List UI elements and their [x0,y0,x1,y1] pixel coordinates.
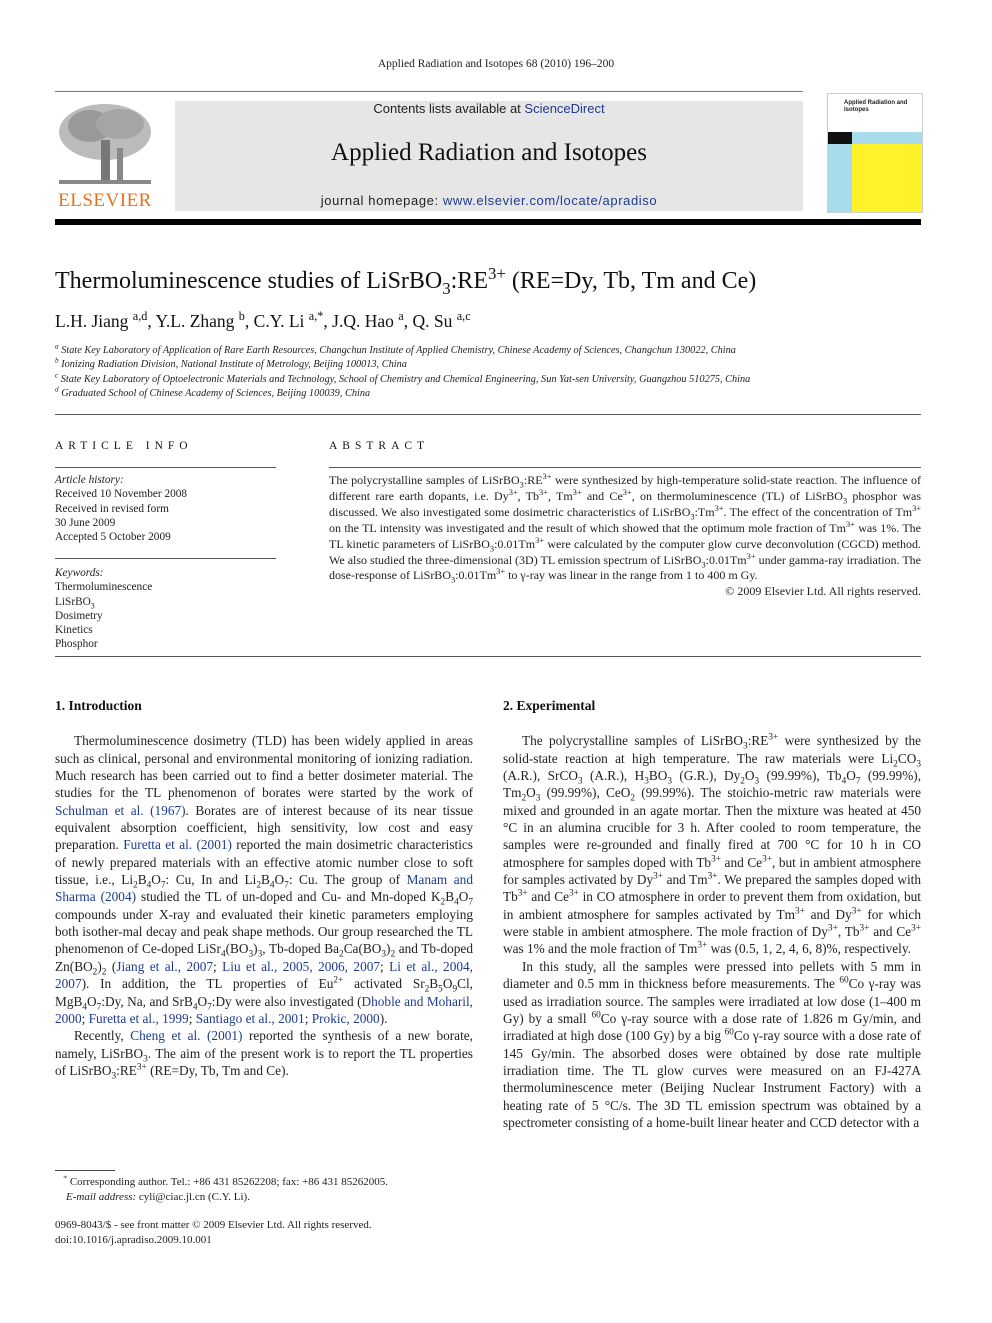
citation-link[interactable]: Jiang et al., 2007 [116,959,213,974]
intro-paragraph: Recently, Cheng et al. (2001) reported t… [55,1028,473,1082]
homepage-link[interactable]: www.elsevier.com/locate/apradiso [443,193,657,208]
keyword[interactable]: Thermoluminescence [55,580,276,594]
masthead-thick-rule [55,219,921,225]
author[interactable]: Y.L. Zhang b [156,310,245,331]
author[interactable]: J.Q. Hao a [332,310,404,331]
keyword[interactable]: Dosimetry [55,609,276,623]
abstract-text: The polycrystalline samples of LiSrBO3:R… [329,472,922,600]
citation-link[interactable]: Santiago et al., 2001 [196,1011,305,1026]
abstract-copyright: © 2009 Elsevier Ltd. All rights reserved… [725,584,921,599]
citation-link[interactable]: Liu et al., 2005, 2006, 2007 [222,959,380,974]
citation-link[interactable]: Prokic, 2000 [312,1011,380,1026]
affiliation: b Ionizing Radiation Division, National … [55,356,407,371]
cover-yellow-block [852,144,922,212]
experimental-section: 2. Experimental The polycrystalline samp… [503,697,921,1131]
keyword[interactable]: LiSrBO3 [55,595,276,610]
footnote-rule [55,1170,115,1171]
introduction-heading: 1. Introduction [55,698,142,713]
history-item: 30 June 2009 [55,516,116,529]
author-list: L.H. Jiang a,d, Y.L. Zhang b, C.Y. Li a,… [55,309,471,331]
keyword[interactable]: Phosphor [55,637,276,651]
sciencedirect-link[interactable]: ScienceDirect [524,101,604,116]
cover-atom-icon [828,132,852,144]
experimental-heading: 2. Experimental [503,698,596,713]
email-label: E-mail address: [66,1190,137,1203]
history-item: Received in revised form [55,502,169,515]
citation-link[interactable]: Schulman et al. (1967) [55,803,186,818]
history-label: Article history: [55,474,124,486]
abstract-rule [329,467,921,468]
abstract-bottom-rule [55,656,921,657]
elsevier-tree-icon [59,104,151,184]
contents-prefix: Contents lists available at [373,101,525,116]
email-address[interactable]: cyli@ciac.jl.cn (C.Y. Li). [139,1191,250,1203]
abstract-body: The polycrystalline samples of LiSrBO3:R… [329,472,922,585]
citation-link[interactable]: Manam and Sharma (2004) [55,872,473,904]
journal-title: Applied Radiation and Isotopes [331,139,647,166]
header-rule [55,91,803,92]
keyword[interactable]: Kinetics [55,623,276,637]
running-head: Applied Radiation and Isotopes 68 (2010)… [377,58,615,70]
keywords-label: Keywords: [55,567,104,579]
journal-banner: Contents lists available at ScienceDirec… [175,101,803,211]
article-info-rule [55,467,276,468]
citation-link[interactable]: Cheng et al. (2001) [130,1028,242,1043]
corresponding-author-footnote: * Corresponding author. Tel.: +86 431 85… [63,1173,389,1203]
article-title: Thermoluminescence studies of LiSrBO3:RE… [55,264,757,298]
keywords-rule [55,558,276,559]
affiliation: c State Key Laboratory of Optoelectronic… [55,371,751,385]
affiliation: a State Key Laboratory of Application of… [55,342,736,356]
article-history: Article history: Received 10 November 20… [55,473,276,544]
elsevier-logo[interactable]: ELSEVIER [55,100,155,212]
citation-link[interactable]: Furetta et al. (2001) [123,837,232,852]
citation-link[interactable]: Furetta et al., 1999 [89,1011,189,1026]
doi-line[interactable]: doi:10.1016/j.apradiso.2009.10.001 [55,1233,495,1248]
keywords: Keywords: Thermoluminescence LiSrBO3 Dos… [55,566,276,652]
intro-paragraph: Thermoluminescence dosimetry (TLD) has b… [55,733,473,1026]
corresponding-author-text: Corresponding author. Tel.: +86 431 8526… [69,1176,389,1188]
homepage-prefix: journal homepage: [320,193,443,208]
experimental-paragraph: The polycrystalline samples of LiSrBO3:R… [503,732,922,957]
author[interactable]: Q. Su a,c [412,310,470,331]
affiliations-rule [55,414,921,415]
history-item: Received 10 November 2008 [55,488,188,501]
journal-cover-thumbnail[interactable]: Applied Radiation and Isotopes [827,93,923,213]
history-item: Accepted 5 October 2009 [55,531,171,544]
abstract-heading: ABSTRACT [329,440,430,452]
cover-title: Applied Radiation and Isotopes [844,100,908,113]
author[interactable]: L.H. Jiang a,d [55,310,147,331]
introduction-section: 1. Introduction Thermoluminescence dosim… [55,697,473,1082]
affiliation: d Graduated School of Chinese Academy of… [55,385,371,400]
contents-line: Contents lists available at ScienceDirec… [175,101,803,116]
homepage-line: journal homepage: www.elsevier.com/locat… [175,193,803,208]
elsevier-wordmark: ELSEVIER [58,190,152,211]
issn-line: 0969-8043/$ - see front matter © 2009 El… [55,1219,372,1231]
author[interactable]: C.Y. Li a,* [254,310,324,331]
experimental-paragraph: In this study, all the samples were pres… [503,958,921,1130]
front-matter: 0969-8043/$ - see front matter © 2009 El… [55,1218,495,1247]
article-info-heading: ARTICLE INFO [55,440,193,452]
affiliations: a State Key Laboratory of Application of… [55,342,751,402]
